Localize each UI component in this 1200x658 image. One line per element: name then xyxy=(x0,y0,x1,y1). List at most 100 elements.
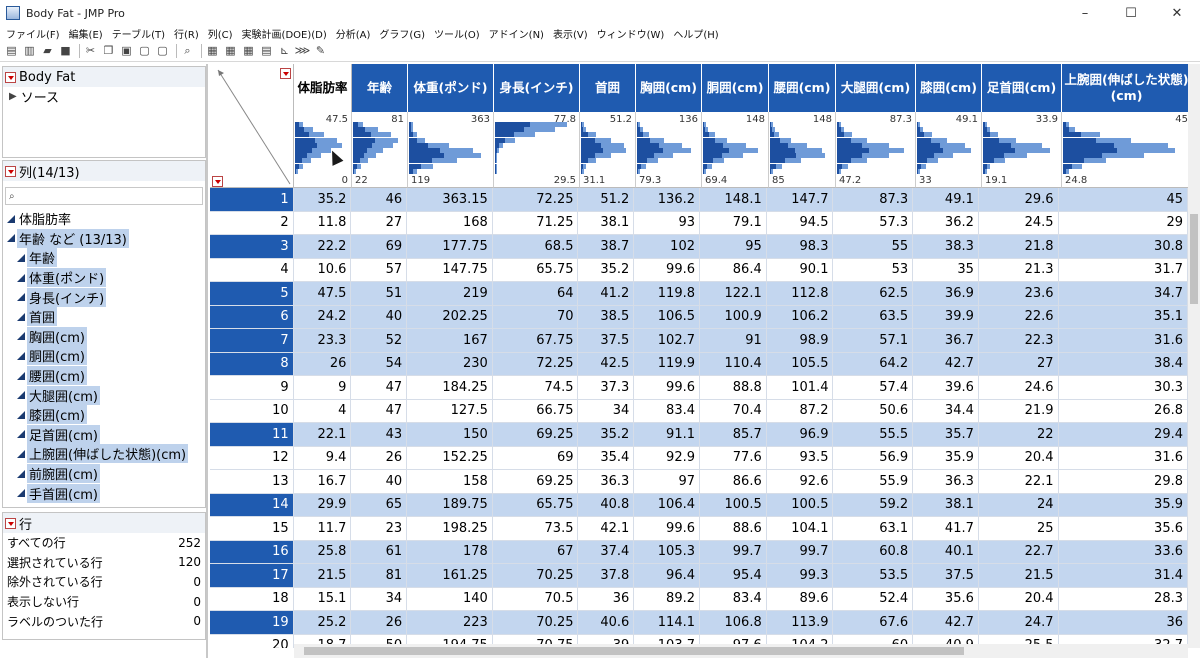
table-row[interactable]: 11 22.1 43 150 69.25 35.2 91.1 85.7 96.9 55.5 35.7… xyxy=(210,423,1188,447)
table-cell[interactable]: 98.3 xyxy=(766,235,834,258)
table-cell[interactable]: 34.7 xyxy=(1058,282,1188,305)
table-cell[interactable]: 55.5 xyxy=(833,423,914,446)
table-cell[interactable]: 11.8 xyxy=(294,211,352,234)
table-cell[interactable]: 37.4 xyxy=(578,540,635,563)
table-cell[interactable]: 29.9 xyxy=(293,493,352,516)
table-cell[interactable]: 74.5 xyxy=(493,376,579,399)
script-icon[interactable]: ✎ xyxy=(313,43,328,58)
column-red-triangle-icon[interactable] xyxy=(280,68,291,79)
column-histogram[interactable]: 51.2 31.1 xyxy=(580,112,636,188)
menu-item[interactable]: 列(C) xyxy=(208,26,233,41)
bar-chart-icon[interactable]: ▤ xyxy=(259,43,274,58)
column-item[interactable]: 上腕囲(伸ばした状態)(cm) xyxy=(7,444,205,464)
table-cell[interactable]: 38.1 xyxy=(578,211,635,234)
table-cell[interactable]: 28.3 xyxy=(1059,587,1188,610)
table-cell[interactable]: 21.8 xyxy=(978,235,1059,258)
row-number[interactable]: 8 xyxy=(210,352,294,375)
table-cell[interactable]: 15.1 xyxy=(294,587,352,610)
table-cell[interactable]: 61 xyxy=(351,540,408,563)
table-cell[interactable]: 119.9 xyxy=(634,352,700,375)
column-histogram[interactable]: 47.5 0 xyxy=(294,112,352,188)
table-cell[interactable]: 24.7 xyxy=(978,611,1059,634)
column-item[interactable]: 膝囲(cm) xyxy=(7,405,205,425)
table-cell[interactable]: 91 xyxy=(700,329,767,352)
red-triangle-menu-icon[interactable] xyxy=(5,71,16,83)
matrix-icon[interactable]: ▦ xyxy=(241,43,256,58)
table-cell[interactable]: 47 xyxy=(351,399,408,422)
table-cell[interactable]: 168 xyxy=(407,211,493,234)
table-cell[interactable]: 112.8 xyxy=(766,282,834,305)
save-icon[interactable]: ■ xyxy=(58,43,73,58)
cut-icon[interactable]: ✂ xyxy=(83,43,98,58)
table-cell[interactable]: 79.1 xyxy=(700,211,767,234)
table-cell[interactable]: 36.9 xyxy=(913,282,979,305)
table-cell[interactable]: 31.4 xyxy=(1058,564,1188,587)
table-cell[interactable]: 41.7 xyxy=(913,517,979,540)
table-cell[interactable]: 100.5 xyxy=(700,493,767,516)
column-item[interactable]: 首囲 xyxy=(7,307,205,327)
table-row[interactable]: 1 35.2 46 363.15 72.25 51.2 136.2 148.1 147.7 87.… xyxy=(210,188,1188,212)
table-cell[interactable]: 147.7 xyxy=(766,188,834,211)
table-cell[interactable]: 104.1 xyxy=(767,517,834,540)
table-cell[interactable]: 35.7 xyxy=(913,423,979,446)
table-cell[interactable]: 62.5 xyxy=(833,282,914,305)
table-cell[interactable]: 97 xyxy=(634,470,700,493)
table-cell[interactable]: 57 xyxy=(351,258,408,281)
table-cell[interactable]: 102.7 xyxy=(634,329,700,352)
table-cell[interactable]: 89.6 xyxy=(767,587,834,610)
column-item[interactable]: 身長(インチ) xyxy=(7,287,205,307)
row-number[interactable]: 2 xyxy=(210,211,294,234)
table-cell[interactable]: 85.7 xyxy=(700,423,767,446)
table-cell[interactable]: 66.75 xyxy=(493,399,579,422)
table-cell[interactable]: 63.1 xyxy=(833,517,914,540)
table-cell[interactable]: 26.8 xyxy=(1059,399,1188,422)
column-item[interactable]: 胸囲(cm) xyxy=(7,326,205,347)
column-group[interactable]: 年齢 など (13/13) xyxy=(7,228,205,249)
minimize-button[interactable]: – xyxy=(1062,0,1108,26)
group-expand-icon[interactable] xyxy=(7,234,15,243)
vertical-scroll-thumb[interactable] xyxy=(1190,214,1198,304)
table-cell[interactable]: 96.9 xyxy=(766,423,834,446)
table-cell[interactable]: 35 xyxy=(913,258,979,281)
table-cell[interactable]: 40 xyxy=(351,470,408,493)
table-cell[interactable]: 42.5 xyxy=(578,352,635,375)
table-cell[interactable]: 219 xyxy=(407,282,493,305)
table-cell[interactable]: 99.7 xyxy=(700,540,767,563)
table-cell[interactable]: 158 xyxy=(407,470,493,493)
table-cell[interactable]: 40.6 xyxy=(578,611,635,634)
table-cell[interactable]: 99.7 xyxy=(766,540,834,563)
table-cell[interactable]: 72.25 xyxy=(492,352,579,375)
table-cell[interactable]: 198.25 xyxy=(407,517,493,540)
table-row[interactable]: 2 11.8 27 168 71.25 38.1 93 79.1 94.5 57.3 36.2 24.… xyxy=(210,211,1188,235)
table-cell[interactable]: 70.25 xyxy=(492,564,579,587)
table-cell[interactable]: 25.2 xyxy=(293,611,352,634)
table-cell[interactable]: 35.2 xyxy=(578,258,635,281)
table-cell[interactable]: 95 xyxy=(700,235,767,258)
table-cell[interactable]: 9.4 xyxy=(294,446,352,469)
table-cell[interactable]: 98.9 xyxy=(766,329,834,352)
table-cell[interactable]: 22.1 xyxy=(979,470,1059,493)
table-cell[interactable]: 87.2 xyxy=(767,399,834,422)
table-cell[interactable]: 99.6 xyxy=(634,517,700,540)
table-row[interactable]: 18 15.1 34 140 70.5 36 89.2 83.4 89.6 52.4 35.6 20.… xyxy=(210,587,1188,611)
table-cell[interactable]: 25.8 xyxy=(293,540,352,563)
table-cell[interactable]: 26 xyxy=(351,446,408,469)
column-item[interactable]: 前腕囲(cm) xyxy=(7,464,205,484)
table-cell[interactable]: 65.75 xyxy=(492,493,579,516)
row-number[interactable]: 14 xyxy=(210,493,294,516)
table-cell[interactable]: 178 xyxy=(407,540,493,563)
horizontal-scrollbar[interactable] xyxy=(294,644,1188,658)
table-cell[interactable]: 33.6 xyxy=(1058,540,1188,563)
table-cell[interactable]: 161.25 xyxy=(407,564,493,587)
table-cell[interactable]: 9 xyxy=(294,376,352,399)
table-cell[interactable]: 37.5 xyxy=(578,329,635,352)
row-number[interactable]: 3 xyxy=(210,235,294,258)
table-cell[interactable]: 22.7 xyxy=(978,540,1059,563)
column-search-input[interactable]: ⌕ xyxy=(5,187,203,205)
row-number[interactable]: 12 xyxy=(210,446,294,469)
table-cell[interactable]: 40.8 xyxy=(578,493,635,516)
table-cell[interactable]: 105.5 xyxy=(766,352,834,375)
table-cell[interactable]: 35.2 xyxy=(578,423,635,446)
menu-item[interactable]: テーブル(T) xyxy=(112,26,165,41)
column-item[interactable]: 体脂肪率 xyxy=(7,209,205,229)
